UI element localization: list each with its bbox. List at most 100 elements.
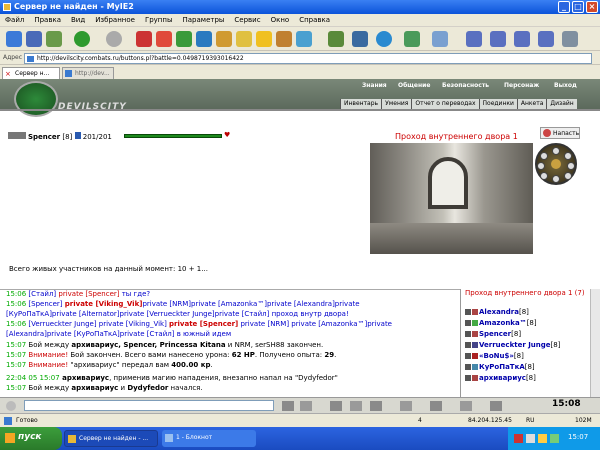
tab-label: Сервер н...	[15, 70, 50, 77]
status-bar: Готово 4 84.204.125.45 RU 102M	[0, 413, 600, 427]
player-list-item[interactable]: Amazonka™[8]	[465, 319, 537, 327]
move-east-button[interactable]	[567, 162, 575, 170]
friends-icon[interactable]	[430, 401, 442, 411]
move-southeast-button[interactable]	[564, 172, 572, 180]
chat-input[interactable]	[24, 400, 274, 411]
forward-icon[interactable]	[106, 31, 122, 47]
nav-profile[interactable]: Анкета	[516, 99, 547, 109]
search-icon[interactable]	[236, 31, 252, 47]
tray-icon[interactable]	[550, 434, 559, 443]
menu-edit[interactable]: Правка	[29, 14, 66, 24]
home-icon[interactable]	[216, 31, 232, 47]
back-icon[interactable]	[74, 31, 90, 47]
menu-favorites[interactable]: Избранное	[90, 14, 140, 24]
save-icon[interactable]	[26, 31, 42, 47]
taskbar-item-notepad[interactable]: 1 - Блокнот	[162, 430, 256, 447]
chat-filter-icon[interactable]	[350, 401, 362, 411]
taskbar-item-browser[interactable]: Сервер не найден - ...	[64, 430, 158, 447]
stop-icon[interactable]	[136, 31, 152, 47]
menu-options[interactable]: Параметры	[178, 14, 230, 24]
move-west-button[interactable]	[537, 162, 545, 170]
globe-icon[interactable]	[376, 31, 392, 47]
menu-help[interactable]: Справка	[294, 14, 335, 24]
info-icon[interactable]	[74, 132, 81, 139]
open-icon[interactable]	[46, 31, 62, 47]
favorites-icon[interactable]	[256, 31, 272, 47]
menu-tools[interactable]: Сервис	[229, 14, 265, 24]
player-name[interactable]: Spencer	[28, 133, 60, 141]
chat-line: 22:04 05 15:07 архивариус, применив маги…	[6, 374, 338, 382]
attack-button[interactable]: Напасть	[540, 127, 580, 139]
status-lang[interactable]: RU	[526, 417, 535, 424]
browser-icon	[68, 435, 76, 443]
chat-settings-icon[interactable]	[6, 401, 16, 411]
tab-inactive[interactable]: http://dev...	[62, 67, 114, 79]
fullscreen-icon[interactable]	[562, 31, 578, 47]
move-southwest-button[interactable]	[540, 172, 548, 180]
layout-icon[interactable]	[466, 31, 482, 47]
nav-design[interactable]: Дизайн	[546, 99, 577, 109]
chat-speed-icon[interactable]	[400, 401, 412, 411]
player-list-item[interactable]: Alexandra[8]	[465, 308, 529, 316]
new-window-icon[interactable]	[6, 31, 22, 47]
nav-transfers[interactable]: Отчет о переводах	[411, 99, 479, 109]
player-list-item[interactable]: Spencer[8]	[465, 330, 521, 338]
tray-icon[interactable]	[538, 434, 547, 443]
move-north-button[interactable]	[552, 147, 560, 155]
mail-icon[interactable]	[432, 31, 448, 47]
page-icon	[4, 417, 12, 425]
smiles-icon[interactable]	[330, 401, 342, 411]
font-size-icon[interactable]	[328, 31, 344, 47]
refresh-location-button[interactable]	[551, 159, 561, 169]
nav-inventory[interactable]: Инвентарь	[340, 99, 382, 109]
chat-send-icon[interactable]	[282, 401, 294, 411]
address-input[interactable]: http://devilscity.combats.ru/buttons.pl?…	[24, 53, 592, 64]
player-list-item[interactable]: КуРоПаТкА[8]	[465, 363, 535, 371]
tab-active[interactable]: × Сервер н...	[2, 67, 60, 79]
chat-clear-icon[interactable]	[300, 401, 312, 411]
user-icon[interactable]	[296, 31, 312, 47]
menu-window[interactable]: Окно	[266, 14, 295, 24]
tab-close-icon[interactable]: ×	[5, 70, 11, 78]
location-image	[370, 143, 533, 254]
player-list-item[interactable]: «BoNu$»[8]	[465, 352, 524, 360]
page-icon	[27, 56, 34, 62]
menu-view[interactable]: Вид	[66, 14, 90, 24]
menu-file[interactable]: Файл	[0, 14, 29, 24]
start-button[interactable]: пуск	[0, 427, 62, 450]
close-button[interactable]: ×	[586, 1, 598, 13]
taskbar-label: Сервер не найден - ...	[79, 435, 149, 442]
player-list-item[interactable]: Verrueckter Junge[8]	[465, 341, 560, 349]
chat-line: 15:06 [Spencer] private [Viking_Vik]priv…	[6, 300, 360, 308]
proxy-icon[interactable]	[404, 31, 420, 47]
groups-icon[interactable]	[276, 31, 292, 47]
nav-communication[interactable]: Общение	[398, 82, 430, 89]
nav-fights[interactable]: Поединки	[478, 99, 517, 109]
options-icon[interactable]	[460, 401, 472, 411]
nav-character[interactable]: Персонаж	[504, 82, 539, 89]
nav-security[interactable]: Безопасность	[442, 82, 489, 89]
move-northwest-button[interactable]	[540, 152, 548, 160]
menu-groups[interactable]: Группы	[140, 14, 178, 24]
maximize-button[interactable]: □	[572, 1, 584, 13]
player-list-item[interactable]: архивариус[8]	[465, 374, 536, 382]
stop-all-icon[interactable]	[156, 31, 172, 47]
nav-skills[interactable]: Умения	[381, 99, 412, 109]
refresh-all-icon[interactable]	[196, 31, 212, 47]
refresh-icon[interactable]	[176, 31, 192, 47]
scrollbar[interactable]	[590, 289, 600, 397]
nav-exit[interactable]: Выход	[554, 82, 577, 89]
tray-icon[interactable]	[514, 434, 523, 443]
minimize-button[interactable]: _	[558, 1, 570, 13]
nav-knowledge[interactable]: Знания	[362, 82, 387, 89]
tray-icon[interactable]	[526, 434, 535, 443]
history-icon[interactable]	[352, 31, 368, 47]
exit-icon[interactable]	[490, 401, 502, 411]
cascade-icon[interactable]	[514, 31, 530, 47]
tile-icon[interactable]	[490, 31, 506, 47]
chat-input-bar	[0, 397, 600, 413]
move-south-button[interactable]	[552, 175, 560, 183]
arrange-icon[interactable]	[538, 31, 554, 47]
move-northeast-button[interactable]	[564, 152, 572, 160]
chat-mode-icon[interactable]	[370, 401, 382, 411]
